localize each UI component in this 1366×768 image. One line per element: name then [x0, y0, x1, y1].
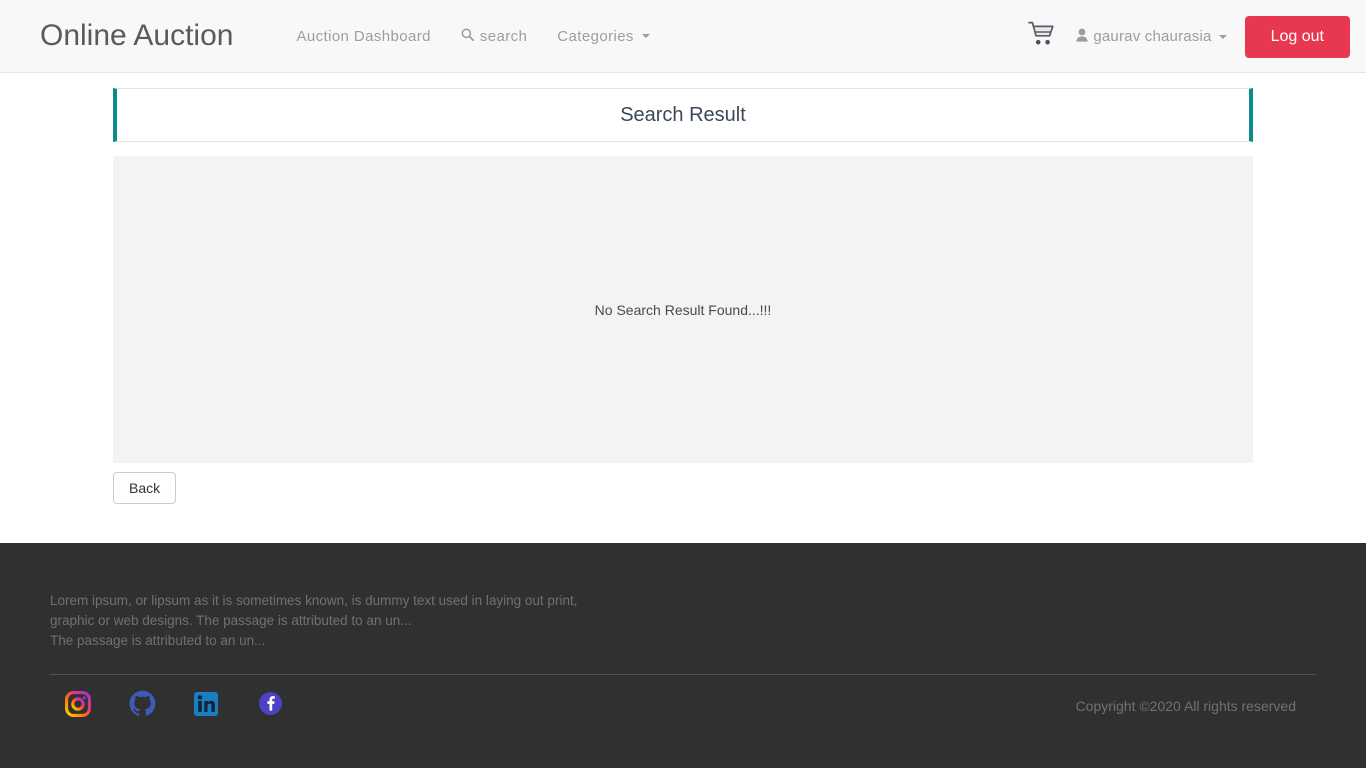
main-container: Search Result No Search Result Found...!… — [113, 73, 1253, 504]
user-dropdown[interactable]: gaurav chaurasia — [1076, 28, 1234, 46]
social-links — [50, 690, 284, 722]
copyright-text: Copyright ©2020 All rights reserved — [1075, 698, 1296, 714]
empty-state-message: No Search Result Found...!!! — [594, 301, 772, 318]
nav-item-auction-dashboard[interactable]: Auction Dashboard — [281, 28, 445, 45]
linkedin-icon — [193, 691, 219, 722]
nav-item-search[interactable]: search — [446, 28, 542, 45]
footer-bottom-bar: Copyright ©2020 All rights reserved — [50, 675, 1316, 720]
back-button[interactable]: Back — [113, 472, 177, 504]
github-icon — [129, 690, 156, 722]
chevron-down-icon — [1218, 34, 1227, 39]
shopping-cart-icon — [1028, 21, 1056, 52]
nav-item-label: search — [479, 27, 528, 45]
user-icon — [1076, 28, 1088, 46]
linkedin-link[interactable] — [192, 691, 220, 722]
user-name-label: gaurav chaurasia — [1093, 28, 1212, 45]
cart-button[interactable] — [1020, 17, 1064, 57]
github-link[interactable] — [128, 690, 156, 722]
footer: Lorem ipsum, or lipsum as it is sometime… — [0, 543, 1366, 768]
search-results-area: No Search Result Found...!!! — [113, 156, 1253, 463]
navbar: Online Auction Auction Dashboard search … — [0, 0, 1366, 73]
search-icon — [461, 28, 474, 45]
footer-description-line-3: The passage is attributed to an un... — [50, 633, 266, 648]
navbar-right: gaurav chaurasia Log out — [1020, 0, 1366, 73]
nav-item-label: Auction Dashboard — [296, 27, 431, 45]
primary-nav: Auction Dashboard search Categories — [281, 28, 664, 45]
chevron-down-icon — [641, 34, 650, 38]
facebook-link[interactable] — [256, 692, 284, 720]
brand-logo[interactable]: Online Auction — [40, 21, 233, 51]
logout-button[interactable]: Log out — [1244, 15, 1350, 58]
nav-item-label: Categories — [557, 27, 634, 45]
page-title: Search Result — [620, 103, 746, 126]
facebook-icon — [258, 691, 283, 721]
footer-description-line-2: graphic or web designs. The passage is a… — [50, 613, 412, 628]
footer-description: Lorem ipsum, or lipsum as it is sometime… — [50, 543, 1316, 651]
instagram-link[interactable] — [64, 690, 92, 722]
instagram-icon — [65, 690, 91, 722]
nav-item-categories[interactable]: Categories — [542, 28, 665, 45]
search-result-panel-header: Search Result — [113, 88, 1253, 142]
footer-description-line-1: Lorem ipsum, or lipsum as it is sometime… — [50, 593, 578, 608]
